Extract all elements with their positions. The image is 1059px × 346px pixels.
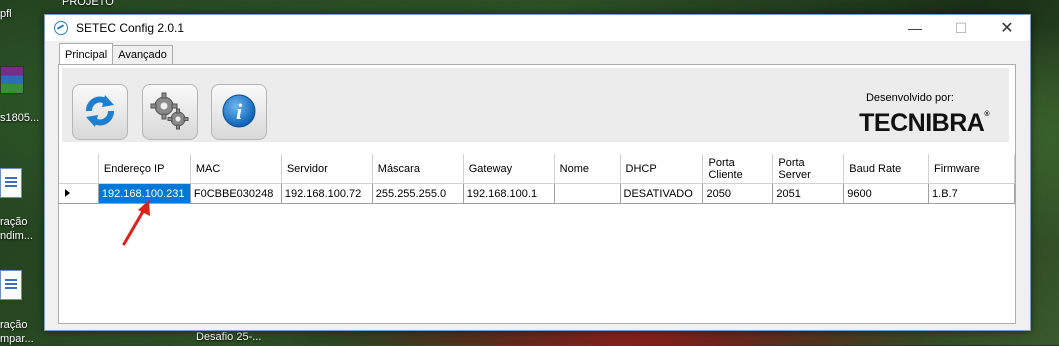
- column-header-mascara[interactable]: Máscara: [372, 154, 464, 184]
- column-header-firmware[interactable]: Firmware: [928, 154, 1015, 184]
- current-row-arrow-icon: [65, 188, 70, 197]
- document-icon[interactable]: [0, 270, 22, 300]
- annotation-arrow-icon: [122, 200, 150, 246]
- grid-header-row: Endereço IP MAC Servidor Máscara Gateway…: [59, 154, 1015, 184]
- cell-mascara[interactable]: 255.255.255.0: [371, 183, 464, 204]
- settings-button[interactable]: [142, 84, 198, 140]
- tab-strip: Principal Avançado: [59, 43, 173, 64]
- cell-nome[interactable]: [553, 183, 621, 204]
- column-header-gateway[interactable]: Gateway: [463, 154, 555, 184]
- cell-porta-cliente[interactable]: 2050: [702, 183, 774, 204]
- title-bar[interactable]: SETEC Config 2.0.1 — ☐ ✕: [45, 15, 1030, 41]
- desktop-icon-label[interactable]: s1805...: [0, 112, 39, 124]
- cell-gateway[interactable]: 192.168.100.1: [462, 183, 555, 204]
- window-title: SETEC Config 2.0.1: [76, 21, 185, 35]
- desktop-icon-label[interactable]: ração ndim...: [0, 215, 38, 243]
- column-header-ip[interactable]: Endereço IP: [98, 154, 191, 184]
- app-icon: [54, 21, 68, 35]
- desktop-icon-label[interactable]: PROJETO: [62, 0, 114, 10]
- refresh-icon: [81, 91, 119, 134]
- close-button[interactable]: ✕: [984, 15, 1030, 41]
- desktop-icon-label[interactable]: pfl: [0, 8, 12, 20]
- column-header-porta-cliente[interactable]: Porta Cliente: [702, 154, 774, 184]
- cell-baud-rate[interactable]: 9600: [843, 183, 930, 204]
- table-row[interactable]: 192.168.100.231 F0CBBE030248 192.168.100…: [59, 183, 1015, 204]
- tab-avancado[interactable]: Avançado: [112, 45, 173, 64]
- toolbar: i Desenvolvido por: TECNIBRA®: [62, 68, 1009, 142]
- info-button[interactable]: i: [211, 84, 267, 140]
- archive-icon[interactable]: [0, 66, 24, 94]
- refresh-button[interactable]: [72, 84, 128, 140]
- row-header-corner: [59, 154, 99, 184]
- cell-mac[interactable]: F0CBBE030248: [189, 183, 282, 204]
- cell-porta-server[interactable]: 2051: [772, 183, 845, 204]
- tab-panel-principal: i Desenvolvido por: TECNIBRA® Endereço I…: [58, 64, 1016, 324]
- cell-firmware[interactable]: 1.B.7: [928, 183, 1015, 204]
- minimize-button[interactable]: —: [892, 15, 938, 41]
- gears-icon: [149, 91, 191, 134]
- column-header-porta-server[interactable]: Porta Server: [772, 154, 845, 184]
- column-header-dhcp[interactable]: DHCP: [620, 154, 704, 184]
- svg-text:i: i: [236, 99, 243, 124]
- column-header-mac[interactable]: MAC: [190, 154, 282, 184]
- desktop-icon-label[interactable]: ração mpar...: [0, 318, 38, 346]
- desktop-icon-label[interactable]: Desafio 25-...: [196, 331, 261, 343]
- developed-by-label: Desenvolvido por:: [865, 92, 954, 104]
- tab-principal[interactable]: Principal: [59, 43, 114, 64]
- setec-config-window: SETEC Config 2.0.1 — ☐ ✕ Principal Avanç…: [44, 14, 1031, 331]
- maximize-button[interactable]: ☐: [938, 15, 984, 41]
- column-header-baud-rate[interactable]: Baud Rate: [843, 154, 930, 184]
- column-header-servidor[interactable]: Servidor: [281, 154, 373, 184]
- tecnibra-logo: TECNIBRA®: [859, 109, 989, 137]
- column-header-nome[interactable]: Nome: [554, 154, 621, 184]
- document-icon[interactable]: [0, 168, 22, 198]
- cell-dhcp[interactable]: DESATIVADO: [619, 183, 704, 204]
- devices-grid: Endereço IP MAC Servidor Máscara Gateway…: [59, 154, 1015, 204]
- info-icon: i: [221, 93, 257, 132]
- row-selector[interactable]: [59, 183, 99, 204]
- cell-servidor[interactable]: 192.168.100.72: [280, 183, 373, 204]
